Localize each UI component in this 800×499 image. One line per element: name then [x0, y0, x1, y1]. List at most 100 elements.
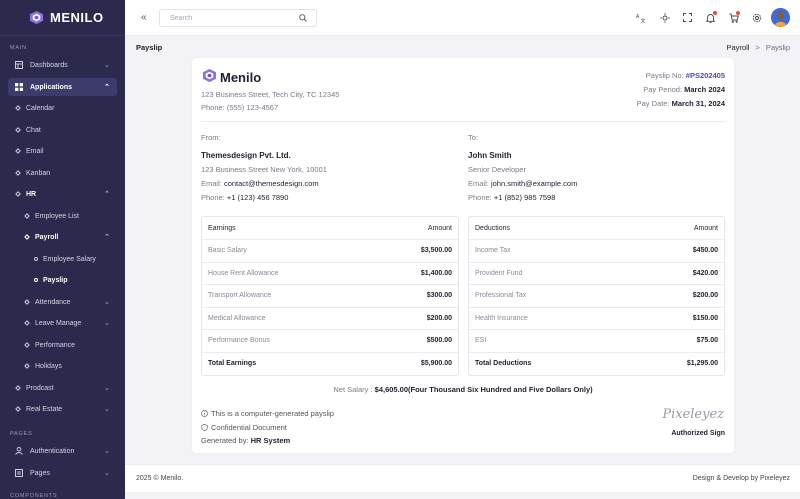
- deduction-name: Professional Tax: [469, 284, 626, 307]
- notes: This is a computer-generated payslip Con…: [201, 407, 334, 448]
- translate-icon[interactable]: A文: [635, 12, 646, 23]
- notification-bell-icon[interactable]: [705, 11, 717, 23]
- sidebar-item-pages[interactable]: Pages ⌄: [8, 464, 117, 482]
- sidebar-item-hr[interactable]: HR ⌃: [8, 185, 117, 203]
- earning-name: House Rent Allowance: [202, 261, 371, 285]
- sidebar-collapse-icon[interactable]: «: [141, 12, 147, 23]
- table-header-cell: Amount: [693, 224, 718, 232]
- sidebar-item-label: Prodcast: [26, 384, 54, 392]
- from-phone: +1 (123) 456 7890: [226, 193, 289, 202]
- sidebar-item-email[interactable]: Email: [8, 142, 117, 160]
- to-email: john.smith@example.com: [490, 179, 578, 188]
- notification-badge: [713, 11, 717, 15]
- sidebar-item-prodcast[interactable]: Prodcast ⌄: [8, 379, 117, 397]
- breadcrumb: Payroll > Payslip: [726, 43, 790, 52]
- sidebar-item-payroll[interactable]: Payroll ⌃: [8, 228, 117, 246]
- chevron-down-icon: ⌄: [104, 448, 110, 455]
- sidebar-item-employee-salary[interactable]: Employee Salary: [8, 250, 117, 268]
- deduction-amount: $200.00: [625, 284, 724, 307]
- user-avatar[interactable]: [771, 8, 790, 27]
- table-row: ESI $75.00: [469, 329, 724, 352]
- from-email-label: Email:: [201, 179, 222, 188]
- section-label-pages: PAGES: [10, 431, 33, 437]
- table-header-cell: Earnings: [208, 224, 236, 232]
- bullet-icon: [15, 170, 21, 176]
- menilo-logo-icon: [29, 10, 44, 25]
- sidebar-item-label: Pages: [30, 469, 50, 477]
- bullet-icon: [15, 406, 21, 412]
- sidebar-item-label: Kanban: [26, 169, 51, 177]
- breadcrumb-parent-link[interactable]: Payroll: [726, 43, 749, 52]
- to-role: Senior Developer: [468, 165, 526, 174]
- sidebar-item-label: Payroll: [35, 233, 59, 241]
- chevron-down-icon: ⌄: [104, 299, 110, 306]
- total-earnings-value: $5,900.00: [370, 351, 458, 375]
- divider: [201, 121, 725, 122]
- info-icon: [201, 410, 208, 418]
- table-total-row: Total Deductions $1,295.00: [469, 351, 724, 375]
- sidebar-item-holidays[interactable]: Holidays: [8, 357, 117, 375]
- earning-amount: $300.00: [370, 284, 458, 307]
- table-row: Professional Tax $200.00: [469, 284, 724, 307]
- pay-date-label: Pay Date:: [636, 99, 670, 108]
- sidebar-item-label: Performance: [35, 341, 76, 349]
- net-salary: Net Salary : $4,605.00(Four Thousand Six…: [192, 385, 734, 394]
- sidebar-item-dashboards[interactable]: Dashboards ⌄: [8, 56, 117, 74]
- bullet-icon: [34, 278, 38, 282]
- net-salary-value: $4,605.00(Four Thousand Six Hundred and …: [374, 385, 593, 394]
- net-salary-label: Net Salary :: [333, 385, 373, 394]
- sidebar-item-label: Email: [26, 147, 44, 155]
- to-phone-label: Phone:: [468, 193, 492, 202]
- sidebar-item-real-estate[interactable]: Real Estate ⌄: [8, 400, 117, 418]
- pay-period-label: Pay Period:: [643, 85, 683, 94]
- deduction-name: Provident Fund: [469, 261, 626, 285]
- search-icon[interactable]: [299, 14, 307, 22]
- bullet-icon: [15, 105, 21, 111]
- pay-date-value: March 31, 2024: [671, 99, 725, 108]
- sidebar-item-performance[interactable]: Performance: [8, 336, 117, 354]
- total-earnings-label: Total Earnings: [202, 351, 371, 375]
- pay-period-value: March 2024: [684, 85, 725, 94]
- sidebar-item-label: Applications: [30, 83, 73, 91]
- sidebar-item-label: Chat: [26, 126, 41, 134]
- sidebar-item-applications[interactable]: Applications ⌃: [8, 78, 117, 96]
- deduction-name: ESI: [469, 329, 626, 352]
- sidebar-item-kanban[interactable]: Kanban: [8, 164, 117, 182]
- earning-amount: $200.00: [370, 306, 458, 330]
- sidebar-item-label: Employee Salary: [43, 255, 96, 263]
- sidebar-item-chat[interactable]: Chat: [8, 121, 117, 139]
- sidebar-item-label: Holidays: [35, 362, 62, 370]
- sidebar-item-employee-list[interactable]: Employee List: [8, 207, 117, 225]
- search-input[interactable]: [170, 14, 290, 22]
- earnings-table: Earnings Amount Basic Salary $3,500.00 Ho…: [201, 216, 459, 376]
- sidebar-item-authentication[interactable]: Authentication ⌄: [8, 442, 117, 460]
- settings-gear-icon[interactable]: [751, 12, 762, 23]
- to-block: To: John Smith Senior Developer Email: j…: [468, 131, 577, 205]
- cart-icon[interactable]: [728, 11, 740, 23]
- theme-sun-icon[interactable]: [659, 12, 670, 23]
- sidebar-item-label: Payslip: [43, 276, 68, 284]
- bullet-icon: [15, 191, 21, 197]
- footer-copyright: 2025 © Menilo.: [136, 475, 184, 482]
- sidebar-item-calendar[interactable]: Calendar: [8, 99, 117, 117]
- earning-name: Medical Allowance: [202, 306, 371, 330]
- earning-amount: $1,400.00: [370, 261, 458, 285]
- search-box: [159, 9, 317, 27]
- payslip-no-label: Payslip No:: [645, 71, 684, 80]
- generated-by-label: Generated by:: [201, 436, 249, 445]
- footer-credit: Design & Develop by Pixeleyez: [692, 475, 790, 482]
- brand[interactable]: MENILO: [0, 0, 125, 36]
- deduction-amount: $420.00: [625, 261, 724, 285]
- payslip-meta: Payslip No: #PS202405 Pay Period: March …: [637, 69, 725, 111]
- sidebar-item-payslip[interactable]: Payslip: [8, 271, 117, 289]
- deduction-amount: $450.00: [625, 239, 724, 262]
- sidebar-item-attendance[interactable]: Attendance ⌄: [8, 293, 117, 311]
- note-computer-generated: This is a computer-generated payslip: [211, 409, 334, 418]
- svg-text:A: A: [636, 14, 640, 20]
- earning-amount: $3,500.00: [370, 239, 458, 262]
- fullscreen-icon[interactable]: [682, 12, 693, 23]
- sidebar-item-leave-manage[interactable]: Leave Manage ⌄: [8, 314, 117, 332]
- sidebar: MENILO MAIN Dashboards ⌄ Applications ⌃ …: [0, 0, 125, 499]
- payslip-card: Menilo 123 Business Street, Tech City, T…: [192, 58, 734, 453]
- table-row: Performance Bonus $500.00: [202, 329, 458, 352]
